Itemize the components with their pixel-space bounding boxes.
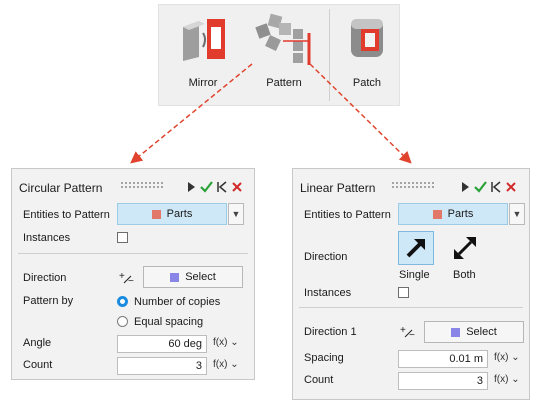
- entities-parts-button[interactable]: Parts: [398, 203, 508, 225]
- count-fx-button[interactable]: f(x) ⌄: [494, 374, 520, 385]
- both-arrow-icon: [454, 237, 476, 259]
- fx-label: f(x): [494, 352, 509, 363]
- entities-parts-button[interactable]: Parts: [117, 203, 227, 225]
- select-label: Select: [466, 326, 497, 338]
- divider: [299, 307, 523, 308]
- direction-label: Direction: [23, 272, 67, 284]
- instances-checkbox[interactable]: [117, 232, 128, 243]
- entities-label: Entities to Pattern: [23, 209, 110, 221]
- panel-controls: [188, 181, 242, 193]
- previous-step-icon[interactable]: [491, 181, 501, 193]
- direction-label: Direction: [304, 251, 348, 263]
- arrow-to-circular: [130, 63, 253, 164]
- single-label: Single: [399, 269, 430, 281]
- svg-text:−: −: [128, 276, 134, 285]
- apply-check-icon[interactable]: [474, 181, 487, 193]
- linear-pattern-panel: Linear Pattern Entities to Pattern Parts…: [292, 168, 530, 400]
- entities-label: Entities to Pattern: [304, 209, 391, 221]
- direction1-select-button[interactable]: Select: [424, 321, 524, 343]
- previous-step-icon[interactable]: [217, 181, 227, 193]
- drag-handle[interactable]: [120, 181, 164, 189]
- arrow-to-linear: [309, 63, 412, 164]
- panel-title: Linear Pattern: [300, 181, 376, 195]
- parts-swatch: [432, 209, 442, 219]
- spacing-label: Spacing: [304, 352, 344, 364]
- parts-label: Parts: [447, 208, 474, 220]
- instances-checkbox[interactable]: [398, 287, 409, 298]
- close-icon[interactable]: [232, 182, 242, 192]
- count-label: Count: [23, 359, 53, 371]
- run-icon[interactable]: [188, 182, 195, 192]
- select-swatch: [170, 272, 180, 282]
- angle-label: Angle: [23, 337, 52, 349]
- plus-minus-icon[interactable]: + −: [400, 325, 416, 339]
- equal-spacing-label: Equal spacing: [134, 316, 204, 328]
- plus-minus-icon[interactable]: + −: [119, 271, 135, 285]
- angle-input[interactable]: 60 deg: [117, 335, 207, 353]
- spacing-fx-button[interactable]: f(x) ⌄: [494, 352, 520, 363]
- count-label: Count: [304, 374, 334, 386]
- parts-swatch: [151, 209, 161, 219]
- fx-label: f(x): [213, 337, 228, 348]
- entities-dropdown[interactable]: ▼: [509, 203, 525, 225]
- close-icon[interactable]: [506, 182, 516, 192]
- count-input[interactable]: 3: [398, 372, 488, 390]
- fx-label: f(x): [494, 374, 509, 385]
- svg-text:+: +: [400, 325, 406, 336]
- instances-label: Instances: [23, 232, 71, 244]
- panel-controls: [462, 181, 516, 193]
- parts-label: Parts: [166, 208, 193, 220]
- number-of-copies-label: Number of copies: [134, 296, 221, 308]
- entities-dropdown[interactable]: ▼: [228, 203, 244, 225]
- drag-handle[interactable]: [391, 181, 435, 189]
- instances-label: Instances: [304, 287, 352, 299]
- divider: [18, 253, 248, 254]
- select-label: Select: [185, 271, 216, 283]
- single-arrow-icon: [406, 239, 425, 258]
- equal-spacing-radio[interactable]: [117, 316, 128, 327]
- panel-title: Circular Pattern: [19, 181, 103, 195]
- direction1-label: Direction 1: [304, 326, 357, 338]
- svg-text:−: −: [409, 330, 415, 339]
- pattern-by-label: Pattern by: [23, 295, 74, 307]
- direction-single-button[interactable]: [398, 231, 434, 265]
- direction-select-button[interactable]: Select: [143, 266, 243, 288]
- apply-check-icon[interactable]: [200, 181, 213, 193]
- fx-label: f(x): [213, 359, 228, 370]
- both-label: Both: [453, 269, 476, 281]
- number-of-copies-radio[interactable]: [117, 296, 128, 307]
- run-icon[interactable]: [462, 182, 469, 192]
- svg-text:+: +: [119, 271, 125, 282]
- count-input[interactable]: 3: [117, 357, 207, 375]
- select-swatch: [451, 327, 461, 337]
- count-fx-button[interactable]: f(x) ⌄: [213, 359, 239, 370]
- direction-both-button[interactable]: [447, 231, 483, 265]
- spacing-input[interactable]: 0.01 m: [398, 350, 488, 368]
- circular-pattern-panel: Circular Pattern Entities to Pattern Par…: [11, 168, 255, 380]
- angle-fx-button[interactable]: f(x) ⌄: [213, 337, 239, 348]
